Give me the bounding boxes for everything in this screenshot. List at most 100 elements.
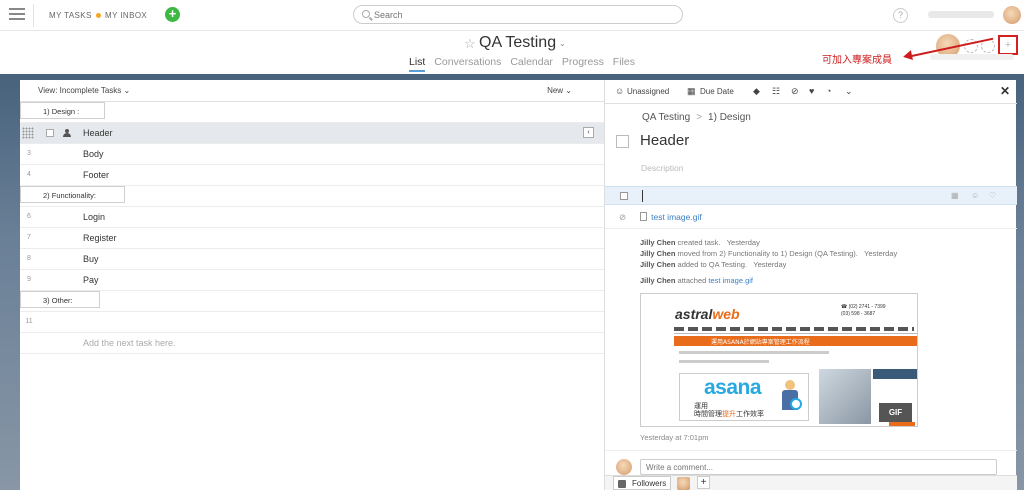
attached-story: Jilly Chen attached test image.gif — [640, 276, 753, 285]
table-row[interactable]: 9 Pay — [20, 270, 604, 291]
tab-files[interactable]: Files — [613, 56, 635, 68]
search-input[interactable] — [374, 8, 654, 22]
subtask-row[interactable]: ▦ ☺ ♡ — [605, 186, 1017, 205]
row-number: 6 — [27, 213, 31, 220]
file-icon — [640, 212, 648, 221]
collapse-chevron-icon[interactable]: ‹ — [583, 127, 594, 138]
table-row[interactable]: 3 Body — [20, 144, 604, 165]
attachment-icon[interactable]: ⊘ — [791, 86, 799, 97]
section-row[interactable]: 2) Functionality: — [20, 186, 604, 207]
follower-avatar[interactable] — [677, 477, 690, 490]
assignee-icon[interactable]: ☺ — [615, 86, 624, 96]
more-chevron-down-icon[interactable]: ⌄ — [845, 86, 853, 97]
attachment-timestamp: Yesterday at 7:01pm — [640, 433, 709, 442]
due-date-button[interactable]: Due Date — [700, 87, 734, 96]
comment-input[interactable] — [641, 460, 996, 474]
tab-list[interactable]: List — [409, 56, 426, 72]
member-names-blurred — [930, 54, 1014, 60]
description-field[interactable]: Description — [641, 163, 684, 173]
complete-task-checkbox[interactable] — [616, 135, 629, 148]
section-header-functionality[interactable]: 2) Functionality: — [20, 186, 125, 203]
drag-handle-icon[interactable] — [22, 127, 34, 139]
attachment-link[interactable]: test image.gif — [651, 212, 702, 222]
search-box[interactable] — [353, 5, 683, 24]
table-row[interactable]: 8 Buy — [20, 249, 604, 270]
task-name[interactable]: Header — [83, 128, 113, 138]
inbox-notification-dot — [96, 13, 101, 18]
add-next-task-hint[interactable]: Add the next task here. — [83, 338, 176, 348]
section-row[interactable]: 1) Design : — [20, 102, 604, 123]
story-text: created task. — [675, 238, 721, 247]
quick-add-button[interactable]: + — [165, 7, 180, 22]
section-row[interactable]: 3) Other: — [20, 291, 604, 312]
preview-asana-word: asana — [704, 376, 762, 399]
attachment-row[interactable]: ⊘ test image.gif — [619, 212, 702, 223]
activity-story: Jilly Chen added to QA Testing. Yesterda… — [640, 260, 786, 269]
task-title[interactable]: Header — [640, 132, 689, 149]
tag-icon[interactable]: ◆ — [753, 86, 760, 97]
tab-progress[interactable]: Progress — [562, 56, 604, 68]
annotation-arrowhead — [902, 50, 913, 62]
task-name[interactable]: Login — [83, 212, 105, 222]
view-filter-dropdown[interactable]: View: Incomplete Tasks ⌄ — [38, 86, 130, 95]
followers-bar: Followers + — [605, 475, 1017, 490]
user-avatar[interactable] — [1003, 6, 1021, 24]
table-row[interactable]: 4 Footer — [20, 165, 604, 186]
table-row[interactable]: 6 Login — [20, 207, 604, 228]
task-name[interactable]: Buy — [83, 254, 99, 264]
breadcrumb-section[interactable]: 1) Design — [708, 112, 751, 123]
attachment-image-preview[interactable]: astralweb ☎ (02) 2741 - 7399 (03) 598 - 3… — [640, 293, 918, 427]
row-number: 4 — [27, 171, 31, 178]
task-name[interactable]: Footer — [83, 170, 109, 180]
heart-icon[interactable]: ♥ — [809, 86, 814, 96]
heart-icon[interactable]: ♡ — [989, 191, 996, 200]
assignee-icon[interactable]: ☺ — [971, 191, 979, 200]
table-row[interactable]: Header ‹ — [20, 123, 604, 144]
breadcrumb-project[interactable]: QA Testing — [642, 112, 690, 123]
task-name[interactable]: Pay — [83, 275, 99, 285]
story-author[interactable]: Jilly Chen — [640, 238, 675, 247]
hamburger-menu-icon[interactable] — [9, 8, 25, 21]
subtasks-icon[interactable]: ☷ — [772, 86, 780, 97]
timer-icon[interactable]: ◔ — [826, 86, 831, 96]
breadcrumb: QA Testing >1) Design — [642, 112, 751, 123]
calendar-icon[interactable]: ▦ — [951, 191, 959, 200]
task-name[interactable]: Body — [83, 149, 104, 159]
comment-box[interactable] — [640, 459, 997, 475]
story-time: Yesterday — [864, 249, 898, 258]
close-icon[interactable]: ✕ — [1000, 84, 1010, 98]
tab-calendar[interactable]: Calendar — [510, 56, 553, 68]
calendar-icon[interactable]: ▦ — [687, 86, 696, 97]
story-author[interactable]: Jilly Chen — [640, 249, 675, 258]
help-button[interactable]: ? — [893, 8, 908, 23]
add-member-button[interactable]: + — [998, 35, 1018, 55]
project-title[interactable]: QA Testing — [479, 34, 556, 52]
add-task-row[interactable]: Add the next task here. — [20, 333, 604, 354]
new-dropdown-button[interactable]: New ⌄ — [547, 86, 572, 95]
table-row[interactable]: 7 Register — [20, 228, 604, 249]
table-row[interactable]: 11 — [20, 312, 604, 333]
assignee-icon[interactable] — [63, 129, 71, 137]
my-tasks-link[interactable]: MY TASKS — [49, 11, 92, 20]
attached-file-link[interactable]: test image.gif — [708, 276, 753, 285]
followers-button[interactable]: Followers — [613, 476, 672, 490]
story-author[interactable]: Jilly Chen — [640, 260, 675, 269]
story-author[interactable]: Jilly Chen — [640, 276, 675, 285]
project-menu-chevron-icon[interactable]: ⌄ — [559, 39, 566, 48]
section-header-design[interactable]: 1) Design : — [20, 102, 105, 119]
my-inbox-link[interactable]: MY INBOX — [105, 11, 147, 20]
preview-asana-card: asana 運用 時間管理提升工作效率 — [679, 373, 809, 421]
activity-story: Jilly Chen moved from 2) Functionality t… — [640, 249, 897, 258]
favorite-star-icon[interactable]: ☆ — [464, 36, 476, 52]
subtask-checkbox[interactable] — [620, 192, 628, 200]
add-follower-button[interactable]: + — [697, 476, 710, 489]
section-header-other[interactable]: 3) Other: — [20, 291, 100, 308]
task-checkbox[interactable] — [46, 129, 54, 137]
tab-conversations[interactable]: Conversations — [434, 56, 501, 68]
row-number: 3 — [27, 150, 31, 157]
task-name[interactable]: Register — [83, 233, 117, 243]
divider — [605, 228, 1017, 229]
assignee-button[interactable]: Unassigned — [627, 87, 669, 96]
user-name-blurred[interactable] — [928, 11, 994, 18]
divider — [33, 4, 34, 27]
